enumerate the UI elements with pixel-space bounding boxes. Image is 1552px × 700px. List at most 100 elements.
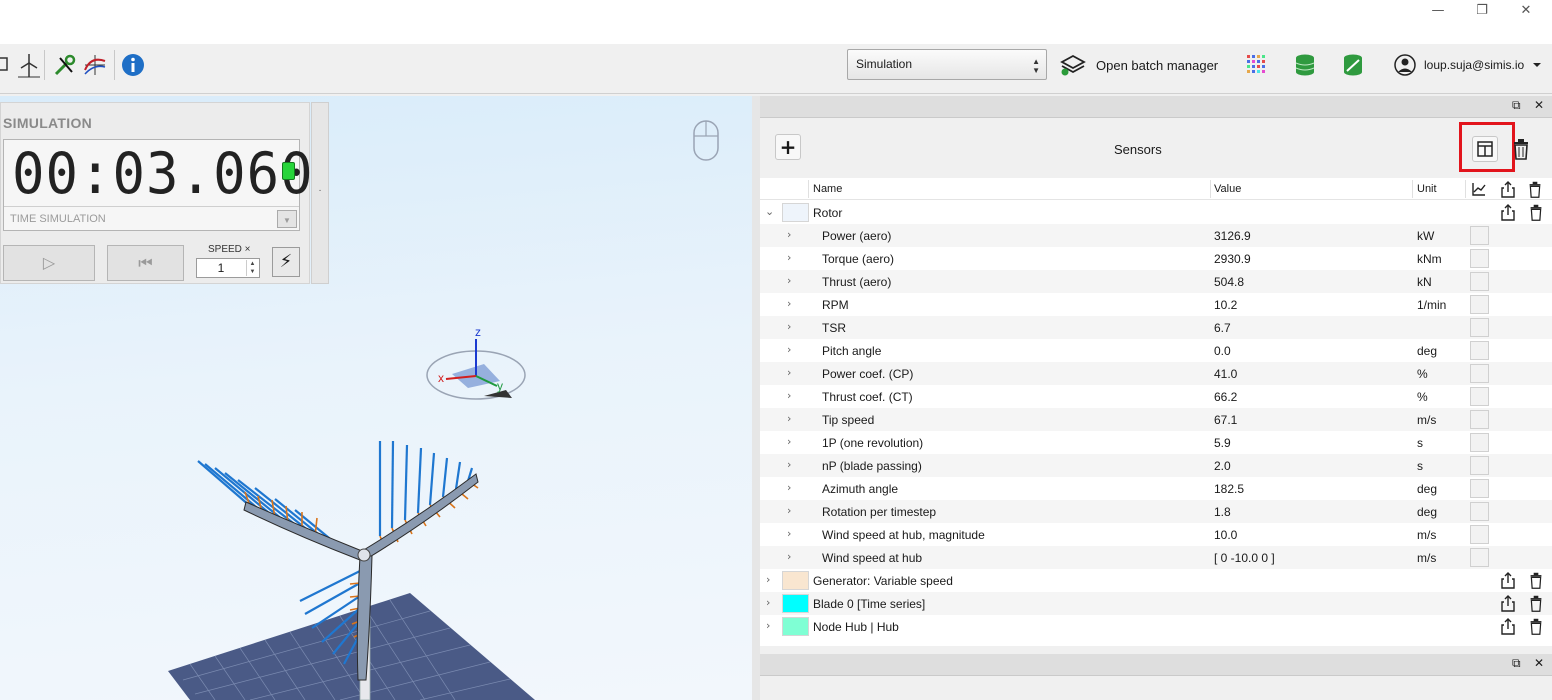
export-icon[interactable] [1500, 181, 1516, 198]
trash-icon[interactable] [1528, 572, 1544, 589]
chevron-right-icon[interactable]: › [766, 596, 770, 609]
group-color-swatch[interactable] [782, 571, 809, 590]
database-edit-icon[interactable] [1340, 52, 1366, 78]
plot-checkbox[interactable] [1470, 341, 1489, 360]
sensor-row[interactable]: › Azimuth angle 182.5 deg [760, 477, 1552, 500]
export-icon[interactable] [1500, 204, 1516, 221]
sensor-row[interactable]: › Wind speed at hub [ 0 -10.0 0 ] m/s [760, 546, 1552, 569]
rewind-button[interactable]: ⏮ [107, 245, 184, 281]
airfoil-polar-icon[interactable] [82, 52, 108, 78]
database-icon[interactable] [1292, 52, 1318, 78]
speed-spinbox[interactable]: 1 ▲ ▼ [196, 258, 260, 278]
sensor-group-rotor[interactable]: ⌄ Rotor [760, 201, 1552, 224]
export-icon[interactable] [1500, 595, 1516, 612]
sensor-row[interactable]: › RPM 10.2 1/min [760, 293, 1552, 316]
float-dock-icon[interactable]: ⧉ [1512, 656, 1521, 671]
sensor-row[interactable]: › Tip speed 67.1 m/s [760, 408, 1552, 431]
restore-button[interactable]: ❐ [1470, 2, 1494, 20]
wind-turbine-icon[interactable] [16, 52, 42, 78]
grid-dots-icon[interactable] [1244, 52, 1270, 78]
float-dock-icon[interactable]: ⧉ [1512, 98, 1521, 113]
column-header-name[interactable]: Name [813, 183, 842, 195]
chevron-right-icon[interactable]: › [787, 274, 791, 287]
close-dock-icon[interactable]: ✕ [1534, 656, 1544, 670]
trash-icon[interactable] [1528, 595, 1544, 612]
play-button[interactable]: ▷ [3, 245, 95, 281]
sensor-row[interactable]: › Rotation per timestep 1.8 deg [760, 500, 1552, 523]
time-simulation-selector[interactable]: TIME SIMULATION ▼ [4, 206, 299, 230]
chevron-right-icon[interactable]: › [766, 619, 770, 632]
chevron-right-icon[interactable]: › [787, 366, 791, 379]
mode-select[interactable]: Simulation ▲ ▼ [847, 49, 1047, 80]
plot-checkbox[interactable] [1470, 525, 1489, 544]
info-icon[interactable] [120, 52, 146, 78]
close-window-button[interactable]: ✕ [1514, 2, 1538, 20]
export-icon[interactable] [1500, 572, 1516, 589]
chevron-right-icon[interactable]: › [787, 458, 791, 471]
trash-icon[interactable] [1527, 181, 1543, 198]
plot-checkbox[interactable] [1470, 364, 1489, 383]
plot-checkbox[interactable] [1470, 249, 1489, 268]
sensor-row[interactable]: › Power coef. (CP) 41.0% [760, 362, 1552, 385]
3d-viewport[interactable]: z x y SIMULATION 00:03.060 TIME SIMULATI… [0, 96, 752, 700]
chevron-right-icon[interactable]: › [787, 412, 791, 425]
dropdown-arrow-icon[interactable]: ▼ [277, 210, 297, 228]
sensor-row[interactable]: › TSR 6.7 [760, 316, 1552, 339]
plot-checkbox[interactable] [1470, 502, 1489, 521]
plot-checkbox[interactable] [1470, 479, 1489, 498]
chevron-right-icon[interactable]: › [787, 228, 791, 241]
sensor-row[interactable]: › Thrust (aero) 504.8 kN [760, 270, 1552, 293]
plot-checkbox[interactable] [1470, 433, 1489, 452]
group-color-swatch[interactable] [782, 203, 809, 222]
column-header-value[interactable]: Value [1214, 183, 1241, 195]
orientation-gizmo[interactable] [426, 339, 526, 400]
sensor-row[interactable]: › 1P (one revolution) 5.9 s [760, 431, 1552, 454]
plot-checkbox[interactable] [1470, 456, 1489, 475]
sensor-row[interactable]: › nP (blade passing) 2.0 s [760, 454, 1552, 477]
chevron-right-icon[interactable]: › [787, 435, 791, 448]
plot-checkbox[interactable] [1470, 295, 1489, 314]
chart-icon[interactable] [1471, 181, 1487, 197]
chevron-right-icon[interactable]: › [787, 481, 791, 494]
panel-collapse-handle[interactable]: · [311, 102, 329, 284]
chevron-right-icon[interactable]: › [787, 320, 791, 333]
add-sensor-button[interactable]: + [775, 134, 801, 160]
plot-checkbox[interactable] [1470, 548, 1489, 567]
chevron-right-icon[interactable]: › [787, 343, 791, 356]
chevron-right-icon[interactable]: › [787, 251, 791, 264]
tools-icon[interactable] [52, 52, 78, 78]
sensor-group-blade-0[interactable]: › Blade 0 [Time series] [760, 592, 1552, 615]
group-color-swatch[interactable] [782, 594, 809, 613]
close-dock-icon[interactable]: ✕ [1534, 98, 1544, 112]
sensor-row[interactable]: › Power (aero) 3126.9 kW [760, 224, 1552, 247]
plot-checkbox[interactable] [1470, 387, 1489, 406]
export-icon[interactable] [1500, 618, 1516, 635]
window-icon[interactable] [0, 52, 10, 78]
plot-checkbox[interactable] [1470, 410, 1489, 429]
plot-checkbox[interactable] [1470, 272, 1489, 291]
chevron-right-icon[interactable]: › [787, 389, 791, 402]
splitter[interactable] [752, 96, 760, 700]
sensor-group-generator[interactable]: › Generator: Variable speed [760, 569, 1552, 592]
sensor-row[interactable]: › Thrust coef. (CT) 66.2% [760, 385, 1552, 408]
plot-checkbox[interactable] [1470, 226, 1489, 245]
open-batch-manager-button[interactable]: Open batch manager [1060, 53, 1218, 77]
trash-icon[interactable] [1528, 618, 1544, 635]
user-menu[interactable]: loup.suja@simis.io [1394, 53, 1542, 77]
plot-checkbox[interactable] [1470, 318, 1489, 337]
sensor-row[interactable]: › Pitch angle 0.0 deg [760, 339, 1552, 362]
chevron-right-icon[interactable]: › [766, 573, 770, 586]
sensor-group-node-hub[interactable]: › Node Hub | Hub [760, 615, 1552, 638]
fast-forward-button[interactable]: ⚡ [272, 247, 300, 277]
sensor-row[interactable]: › Torque (aero) 2930.9 kNm [760, 247, 1552, 270]
minimize-button[interactable]: — [1426, 2, 1450, 20]
chevron-right-icon[interactable]: › [787, 527, 791, 540]
chevron-right-icon[interactable]: › [787, 297, 791, 310]
chevron-right-icon[interactable]: › [787, 550, 791, 563]
group-color-swatch[interactable] [782, 617, 809, 636]
trash-icon[interactable] [1511, 138, 1531, 160]
chevron-right-icon[interactable]: › [787, 504, 791, 517]
trash-icon[interactable] [1528, 204, 1544, 221]
sensor-row[interactable]: › Wind speed at hub, magnitude 10.0 m/s [760, 523, 1552, 546]
spin-arrows-icon[interactable]: ▲ ▼ [246, 260, 258, 276]
